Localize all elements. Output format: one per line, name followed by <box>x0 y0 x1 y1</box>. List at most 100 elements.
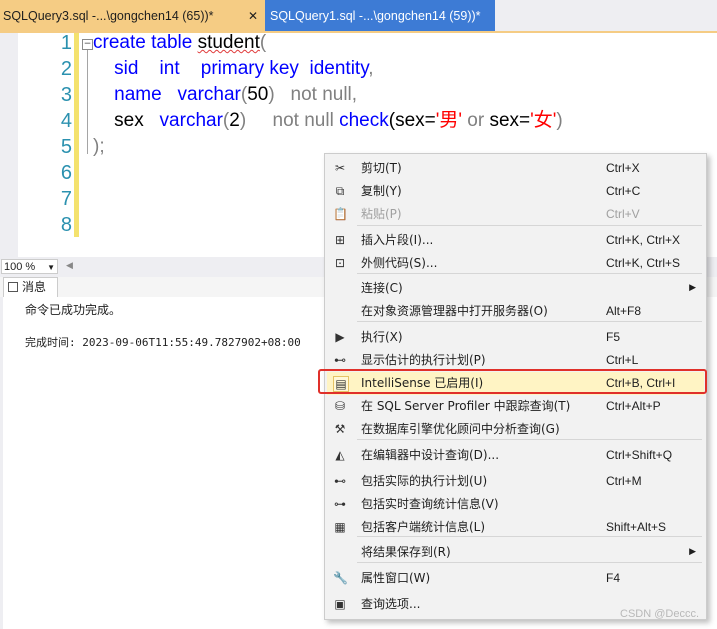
table-name: student <box>197 32 260 53</box>
code-line-1: create table student( <box>93 33 563 59</box>
menu-item-shortcut: Ctrl+Alt+P <box>606 399 661 413</box>
menu-separator <box>357 321 702 322</box>
collapse-outline-icon[interactable]: − <box>82 39 93 50</box>
submenu-arrow-icon: ▶ <box>689 547 696 557</box>
menu-item-shortcut: Ctrl+X <box>606 161 640 175</box>
keyword: or <box>462 110 490 131</box>
type: varchar <box>159 110 223 131</box>
menu-item[interactable]: ⚒ 在数据库引擎优化顾问中分析查询(G) <box>327 418 704 441</box>
tab-sqlquery3[interactable]: SQLQuery3.sql -...\gongchen14 (65))* ✕ <box>0 0 265 31</box>
selection-margin <box>0 33 18 257</box>
message-text: 命令已成功完成。 <box>25 303 122 317</box>
menu-item-label: 外侧代码(S)... <box>361 256 438 270</box>
watermark: CSDN @Deccc. <box>620 608 700 620</box>
menu-item[interactable]: ⧉ 复制(Y) Ctrl+C <box>327 180 704 203</box>
menu-item-shortcut: F4 <box>606 571 621 585</box>
menu-separator <box>357 273 702 274</box>
menu-item-shortcut: Ctrl+C <box>606 184 641 198</box>
menu-item-shortcut: Alt+F8 <box>606 304 642 318</box>
zoom-dropdown[interactable]: 100 % ▼ <box>1 259 58 274</box>
menu-item[interactable]: ⛁ 在 SQL Server Profiler 中跟踪查询(T) Ctrl+Alt+… <box>327 395 704 418</box>
menu-separator <box>357 439 702 440</box>
estimated-plan-icon: ⊷ <box>334 353 346 367</box>
scroll-left-icon[interactable]: ◀ <box>66 261 73 271</box>
menu-item[interactable]: ⊷ 包括实际的执行计划(U) Ctrl+M <box>327 470 704 493</box>
line-number: 2 <box>60 58 72 80</box>
change-tracking-bar <box>74 33 79 237</box>
type: varchar <box>177 84 241 105</box>
zoom-value: 100 % <box>4 261 36 273</box>
menu-item-label: 连接(C) <box>361 281 403 295</box>
menu-item-label: 包括实际的执行计划(U) <box>361 474 488 488</box>
menu-item[interactable]: 在对象资源管理器中打开服务器(O) Alt+F8 <box>327 300 704 323</box>
tab-label: SQLQuery1.sql -...\gongchen14 (59))* <box>270 9 481 23</box>
line-number: 3 <box>60 84 72 106</box>
tuning-advisor-icon: ⚒ <box>334 422 346 436</box>
line-number: 5 <box>60 136 72 158</box>
menu-item[interactable]: 将结果保存到(R) ▶ <box>327 541 704 564</box>
document-tab-bar: SQLQuery3.sql -...\gongchen14 (65))* ✕ S… <box>0 0 717 33</box>
code-line-2: sid int primary key identity, <box>93 59 563 85</box>
menu-item[interactable]: ⊞ 插入片段(I)... Ctrl+K, Ctrl+X <box>327 229 704 252</box>
close-icon[interactable]: ✕ <box>248 0 258 33</box>
menu-separator <box>357 536 702 537</box>
string-literal: '女' <box>530 110 557 131</box>
paren: ( <box>259 32 267 53</box>
keyword: identity <box>309 58 369 79</box>
line-number: 1 <box>60 32 72 54</box>
menu-item-shortcut: Ctrl+K, Ctrl+X <box>606 233 681 247</box>
menu-item-label: 剪切(T) <box>361 161 402 175</box>
completion-time: 完成时间: 2023-09-06T11:55:49.7827902+08:00 <box>25 336 301 349</box>
paren: ) <box>268 84 275 105</box>
tab-sqlquery1[interactable]: SQLQuery1.sql -...\gongchen14 (59))* <box>265 0 495 31</box>
keyword: not null <box>272 110 334 131</box>
outline-guide <box>87 50 88 154</box>
paste-icon: 📋 <box>333 207 348 221</box>
actual-plan-icon: ⊷ <box>334 474 346 488</box>
menu-separator <box>357 225 702 226</box>
line-number: 4 <box>60 110 72 132</box>
paren: ) <box>556 110 563 131</box>
menu-item-label: 在编辑器中设计查询(D)... <box>361 448 500 462</box>
keyword: check <box>339 110 389 131</box>
insert-snippet-icon: ⊞ <box>334 233 346 247</box>
keyword: not null <box>290 84 352 105</box>
menu-item[interactable]: 🔧 属性窗口(W) F4 <box>327 567 704 590</box>
code-text: create table student( sid int primary ke… <box>93 33 563 163</box>
menu-item[interactable]: ⊶ 包括实时查询统计信息(V) <box>327 493 704 516</box>
column-name: name <box>114 84 162 105</box>
tab-label: SQLQuery3.sql -...\gongchen14 (65))* <box>3 9 214 23</box>
tab-label: 消息 <box>22 280 47 294</box>
menu-item-shortcut: Ctrl+Shift+Q <box>606 448 673 462</box>
menu-item-label: 将结果保存到(R) <box>361 545 451 559</box>
paren: ) <box>239 110 247 131</box>
menu-item-label: 在数据库引擎优化顾问中分析查询(G) <box>361 422 560 436</box>
expr: sex= <box>489 110 531 131</box>
panel-border <box>0 297 3 629</box>
menu-item[interactable]: ▶ 执行(X) F5 <box>327 326 704 349</box>
messages-icon <box>8 282 18 292</box>
line-number-gutter: 1 2 3 4 5 6 7 8 <box>18 33 74 241</box>
menu-item-label: 在对象资源管理器中打开服务器(O) <box>361 304 548 318</box>
menu-item[interactable]: 连接(C) ▶ <box>327 277 704 300</box>
type: int <box>159 58 180 79</box>
length: 50 <box>247 84 269 105</box>
line-number: 6 <box>60 162 72 184</box>
menu-item-label: 复制(Y) <box>361 184 402 198</box>
menu-item-label: 属性窗口(W) <box>361 571 431 585</box>
menu-item[interactable]: ✂ 剪切(T) Ctrl+X <box>327 157 704 180</box>
menu-item-label: 执行(X) <box>361 330 403 344</box>
cut-icon: ✂ <box>334 161 346 175</box>
code-line-4: sex varchar(2) not null check(sex='男' or… <box>93 111 563 137</box>
line-number: 7 <box>60 188 72 210</box>
surround-with-icon: ⊡ <box>334 256 346 270</box>
menu-item-label: 包括实时查询统计信息(V) <box>361 497 499 511</box>
statement-end: ); <box>93 136 105 157</box>
expr: (sex= <box>388 110 436 131</box>
tab-messages[interactable]: 消息 <box>3 277 58 297</box>
menu-item-shortcut: Ctrl+V <box>606 207 640 221</box>
menu-item[interactable]: ⊡ 外侧代码(S)... Ctrl+K, Ctrl+S <box>327 252 704 275</box>
string-literal: '男' <box>435 110 463 131</box>
menu-item: 📋 粘贴(P) Ctrl+V <box>327 203 704 226</box>
menu-item[interactable]: ◭ 在编辑器中设计查询(D)... Ctrl+Shift+Q <box>327 444 704 467</box>
